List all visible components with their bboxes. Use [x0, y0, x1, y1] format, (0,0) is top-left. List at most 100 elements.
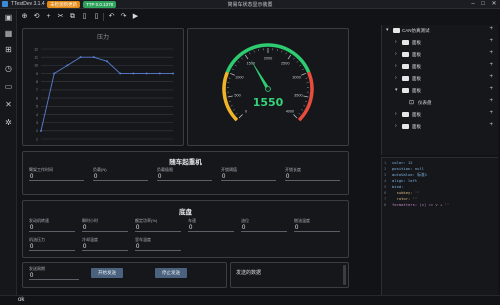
folder-icon — [402, 76, 409, 81]
chassis-field-input[interactable]: 0 — [294, 224, 340, 232]
tools-icon[interactable]: ✕ — [4, 100, 13, 109]
send-period-input[interactable]: 0 — [29, 272, 79, 280]
add-icon[interactable]: + — [489, 62, 493, 68]
crane-field-input[interactable]: 0 — [285, 173, 340, 181]
gauge-minor-tick — [232, 109, 235, 111]
tree-item[interactable]: › 面板 + — [382, 109, 499, 120]
duplicate-button[interactable]: ▯ — [92, 12, 101, 22]
crane-title: 随车起重机 — [169, 159, 202, 166]
maximize-button[interactable]: □ — [478, 0, 488, 9]
data-point — [106, 60, 108, 63]
tree-item-label: 面板 — [412, 76, 421, 81]
paste-button[interactable]: ▯ — [80, 12, 89, 22]
new-button[interactable]: + — [44, 12, 53, 22]
tree-icon[interactable]: ⊞ — [4, 45, 13, 54]
data-point — [145, 72, 148, 75]
status-bar: ok — [0, 295, 500, 305]
tree-item[interactable]: ▾ 面板 + — [382, 85, 499, 96]
y-tick-label: 6 — [36, 96, 38, 100]
tree-item[interactable]: › 面板 + — [382, 49, 499, 60]
add-icon[interactable]: + — [489, 38, 493, 44]
tree-item[interactable]: › 面板 + — [382, 61, 499, 72]
chevron-down-icon[interactable]: ▾ — [386, 27, 389, 33]
gauge-major-tick — [227, 95, 233, 98]
gauge-major-tick — [244, 54, 249, 60]
y-tick-label: 4 — [36, 113, 38, 117]
chassis-field-input[interactable]: 0 — [188, 224, 234, 232]
gauge-major-tick — [287, 54, 292, 60]
dashboard-icon: ⊡ — [409, 100, 415, 106]
redo-button[interactable]: ↷ — [119, 12, 128, 22]
gauge-major-tick — [238, 114, 243, 119]
table-icon[interactable]: ▦ — [4, 29, 13, 38]
toolbar-divider — [103, 13, 104, 21]
tree-item-label: 面板 — [412, 124, 421, 129]
cut-button[interactable]: ✂ — [56, 12, 65, 22]
chassis-field-input[interactable]: 0 — [29, 224, 75, 232]
close-button[interactable]: ✕ — [489, 0, 499, 9]
folder-icon — [402, 112, 409, 117]
tree-item[interactable]: › 面板 + — [382, 37, 499, 48]
history-icon[interactable]: ◷ — [4, 64, 13, 73]
gauge-minor-tick — [298, 112, 301, 115]
add-icon[interactable]: + — [489, 98, 493, 104]
monitor-icon[interactable]: ▭ — [4, 82, 13, 91]
chassis-field-input[interactable]: 0 — [135, 243, 181, 251]
refresh-button[interactable]: ⟲ — [32, 12, 41, 22]
add-icon[interactable]: + — [489, 26, 493, 32]
data-point — [172, 72, 174, 75]
run-button[interactable]: ▶ — [131, 12, 140, 22]
chevron-right-icon[interactable]: › — [395, 51, 397, 57]
chevron-right-icon[interactable]: › — [395, 39, 397, 45]
crane-field-input[interactable]: 0 — [221, 173, 276, 181]
copy-button[interactable]: ⧉ — [68, 12, 77, 22]
folder-icon — [402, 124, 409, 129]
tree-item-label: 面板 — [412, 40, 421, 45]
gauge-tick-label: 4000 — [286, 109, 294, 113]
gauge-minor-tick — [228, 77, 231, 79]
chassis-field-input[interactable]: 0 — [82, 243, 128, 251]
chassis-field-input[interactable]: 0 — [29, 243, 75, 251]
crane-field-input[interactable]: 0 — [93, 173, 148, 181]
code-text: position: null — [392, 166, 425, 171]
add-icon[interactable]: + — [489, 86, 493, 92]
add-icon[interactable]: + — [489, 110, 493, 116]
chevron-right-icon[interactable]: › — [395, 111, 397, 117]
tree-item-label: 面板 — [412, 64, 421, 69]
crane-field-input[interactable]: 0 — [29, 173, 84, 181]
add-icon[interactable]: + — [489, 74, 493, 80]
code-line[interactable]: 8 formatters: (v) => v + '' — [384, 202, 449, 208]
layout-icon[interactable]: ▣ — [4, 13, 13, 22]
tree-item[interactable]: › 面板 + — [382, 121, 499, 132]
chevron-right-icon[interactable]: › — [395, 123, 397, 129]
chevron-right-icon[interactable]: › — [395, 63, 397, 69]
gauge-minor-tick — [237, 61, 240, 63]
window-title: 简易车状态显示装置 — [227, 2, 273, 8]
tree-root[interactable]: ▾ CAN仿真测试 + — [382, 25, 499, 36]
stop-send-button[interactable]: 停止发送 — [155, 268, 187, 278]
crane-field-input[interactable]: 0 — [157, 173, 212, 181]
add-component-button[interactable]: ⊕ — [20, 12, 29, 22]
chevron-down-icon[interactable]: ▾ — [395, 87, 398, 93]
add-icon[interactable]: + — [489, 50, 493, 56]
tree-item[interactable]: › 面板 + — [382, 73, 499, 84]
property-code-editor[interactable]: 1 color: 12 2 position: null 3 autoValue: 标… — [381, 157, 498, 295]
chassis-field-input[interactable]: 0 — [241, 224, 287, 232]
gauge-minor-tick — [241, 57, 243, 60]
settings-icon[interactable]: ✲ — [4, 118, 13, 127]
add-icon[interactable]: + — [489, 122, 493, 128]
gauge-tick-label: 2000 — [264, 56, 272, 60]
chassis-field-input[interactable]: 0 — [135, 224, 181, 232]
gauge-major-tick — [293, 114, 298, 119]
start-send-button[interactable]: 开始发送 — [91, 268, 123, 278]
gauge-minor-tick — [293, 57, 295, 60]
gauge-minor-tick — [303, 105, 306, 107]
chassis-field-input[interactable]: 0 — [82, 224, 128, 232]
left-sidebar: ▣ ▦ ⊞ ◷ ▭ ✕ ✲ — [0, 10, 17, 295]
minimize-button[interactable]: – — [468, 0, 478, 9]
tree-item-gauge[interactable]: ⊡ 仪表盘 + — [382, 97, 499, 108]
sent-data-scrollbar[interactable] — [343, 265, 346, 285]
y-tick-label: 5 — [36, 105, 38, 109]
chevron-right-icon[interactable]: › — [395, 75, 397, 81]
undo-button[interactable]: ↶ — [107, 12, 116, 22]
